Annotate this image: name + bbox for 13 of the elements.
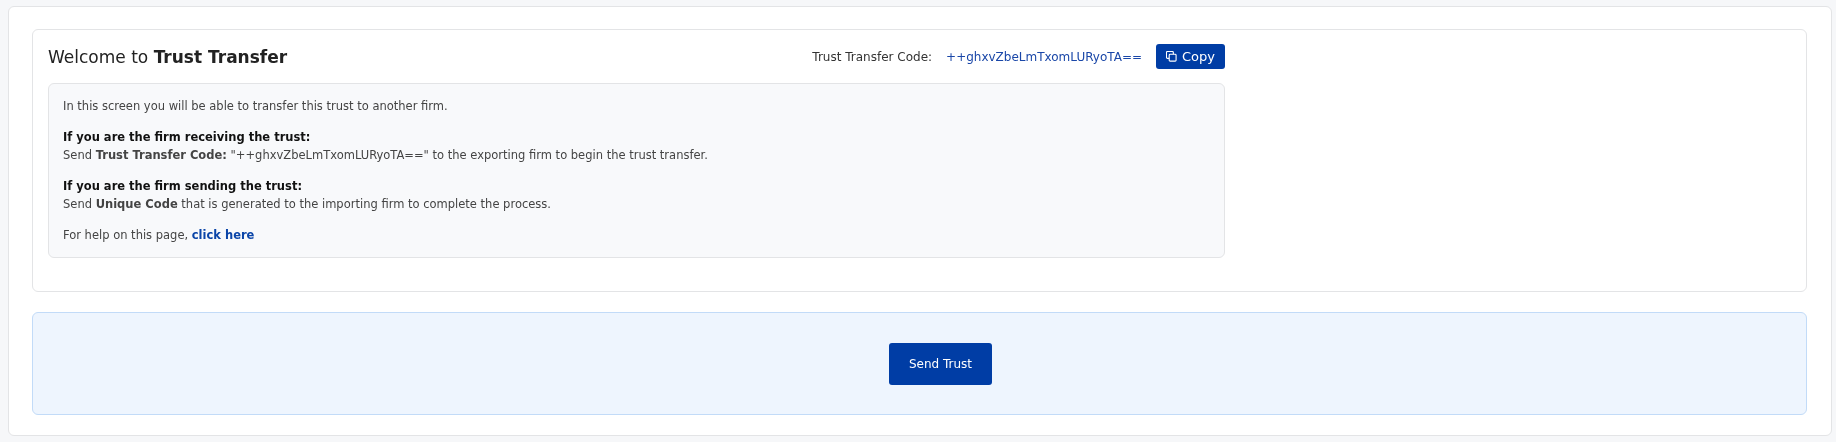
transfer-code: ++ghxvZbeLmTxomLURyoTA== bbox=[946, 49, 1142, 64]
intro-text: In this screen you will be able to transfer this trust to another firm. bbox=[63, 98, 449, 115]
code-label: Trust Transfer Code: bbox=[812, 49, 933, 64]
section-text: Send Unique Code that is generated to the importing firm to complete the process. bbox=[63, 196, 552, 213]
help-link[interactable]: click here bbox=[191, 228, 255, 242]
section-heading: If you are the firm receiving the trust: bbox=[63, 129, 312, 146]
copy-button[interactable]: Copy bbox=[1156, 44, 1225, 69]
help-text: For help on this page, click here bbox=[63, 227, 256, 244]
page-title: Welcome to Trust Transfer bbox=[48, 46, 288, 67]
section-heading: If you are the firm sending the trust: bbox=[63, 178, 303, 195]
send-trust-button[interactable]: Send Trust bbox=[889, 342, 992, 385]
copy-icon bbox=[1166, 51, 1177, 62]
section-text: Send Trust Transfer Code: "++ghxvZbeLmTxomLURyoTA==" to the exporting firm to begin the trust transfer. bbox=[63, 147, 709, 164]
